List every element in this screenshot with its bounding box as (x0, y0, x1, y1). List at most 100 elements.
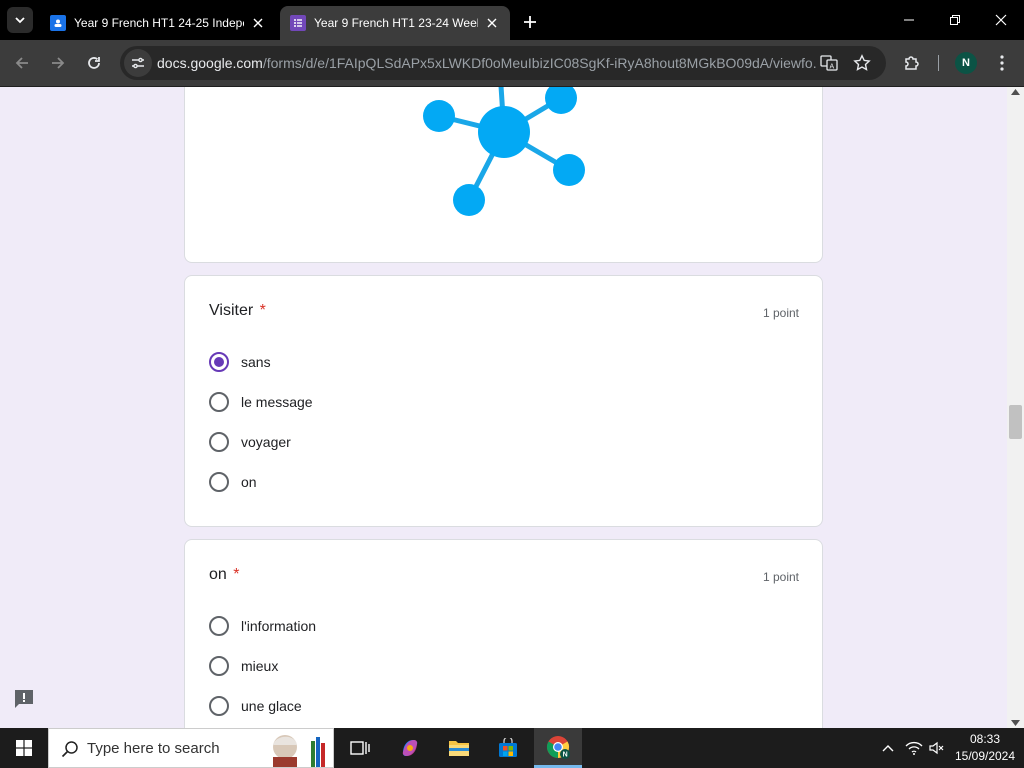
url-path: /forms/d/e/1FAIpQLSdAPx5xLWKDf0oMeuIbizI… (262, 55, 817, 71)
question-card: Visiter * 1 point sans le message voyage… (184, 275, 823, 527)
toolbar-divider (938, 55, 939, 71)
radio-option[interactable]: une glace (209, 694, 302, 718)
option-label: le message (241, 394, 313, 410)
minimize-button[interactable] (886, 0, 932, 40)
radio-button[interactable] (209, 472, 229, 492)
question-title-text: Visiter (209, 302, 254, 319)
tab-title: Year 9 French HT1 23-24 Week 1 (314, 16, 478, 30)
url-host: docs.google.com (157, 55, 263, 71)
chevron-down-icon (15, 17, 25, 24)
required-asterisk: * (259, 302, 266, 319)
restore-icon (950, 15, 960, 25)
question-title: on * (209, 566, 239, 584)
back-button[interactable] (8, 49, 36, 77)
copilot-icon (402, 740, 418, 756)
close-window-button[interactable] (978, 0, 1024, 40)
search-icon (61, 741, 78, 758)
radio-button[interactable] (209, 656, 229, 676)
microsoft-store-button[interactable] (484, 728, 532, 768)
new-tab-button[interactable] (518, 10, 542, 34)
url-text[interactable]: docs.google.com/forms/d/e/1FAIpQLSdAPx5x… (157, 55, 817, 71)
browser-toolbar: docs.google.com/forms/d/e/1FAIpQLSdAPx5x… (0, 40, 1024, 87)
clock-time: 08:33 (969, 732, 1001, 746)
volume-button[interactable] (926, 728, 948, 768)
option-label: voyager (241, 434, 291, 450)
show-hidden-icons-button[interactable] (876, 728, 900, 768)
store-icon (499, 738, 517, 757)
radio-option[interactable]: voyager (209, 430, 291, 454)
search-highlight-image (273, 735, 325, 767)
close-icon[interactable] (250, 15, 266, 31)
google-forms-icon (290, 15, 306, 31)
radio-option[interactable]: le message (209, 390, 313, 414)
svg-text:A: A (830, 64, 835, 71)
task-view-button[interactable] (336, 728, 384, 768)
points-label: 1 point (762, 570, 799, 584)
image-card (184, 87, 823, 263)
molecule-image (423, 87, 585, 216)
tab-search-button[interactable] (7, 7, 33, 33)
radio-button[interactable] (209, 616, 229, 636)
radio-button-selected[interactable] (209, 352, 229, 372)
chrome-icon: N (547, 735, 570, 759)
translate-button[interactable]: A (817, 51, 841, 75)
site-info-button[interactable] (124, 49, 152, 77)
network-button[interactable] (902, 728, 926, 768)
wifi-icon (905, 741, 923, 755)
option-label: une glace (241, 698, 302, 714)
close-icon[interactable] (484, 15, 500, 31)
profile-avatar[interactable]: N (955, 52, 977, 74)
radio-option[interactable]: mieux (209, 654, 278, 678)
windows-logo-icon (16, 740, 32, 756)
radio-option[interactable]: sans (209, 350, 271, 374)
chrome-taskbar-button[interactable]: N (534, 728, 582, 768)
translate-icon: A (820, 55, 838, 71)
task-view-icon (350, 741, 370, 755)
radio-button[interactable] (209, 432, 229, 452)
extensions-button[interactable] (898, 49, 926, 77)
restore-button[interactable] (932, 0, 978, 40)
tune-icon (132, 57, 144, 69)
minimize-icon (904, 19, 914, 21)
system-clock[interactable]: 08:33 15/09/2024 (946, 731, 1024, 765)
clock-date: 15/09/2024 (954, 749, 1016, 763)
radio-option[interactable]: l'information (209, 614, 316, 638)
page-scrollbar[interactable] (1007, 87, 1024, 728)
start-button[interactable] (0, 728, 48, 768)
option-label: on (241, 474, 257, 490)
scroll-down-arrow-icon[interactable] (1011, 720, 1020, 726)
speaker-muted-icon (929, 741, 944, 755)
taskbar-search-box[interactable]: Type here to search (48, 728, 334, 768)
address-bar[interactable]: docs.google.com/forms/d/e/1FAIpQLSdAPx5x… (120, 46, 886, 80)
forward-button[interactable] (44, 49, 72, 77)
star-icon (853, 54, 871, 71)
report-feedback-button[interactable] (13, 688, 35, 710)
svg-text:N: N (563, 751, 568, 758)
option-label: mieux (241, 658, 279, 674)
tab-title: Year 9 French HT1 24-25 Indepe (74, 16, 244, 30)
scroll-up-arrow-icon[interactable] (1011, 89, 1020, 95)
tab-strip: Year 9 French HT1 24-25 Indepe Year 9 Fr… (0, 0, 1024, 40)
option-label: sans (241, 354, 271, 370)
tab-forms[interactable]: Year 9 French HT1 23-24 Week 1 (280, 6, 510, 40)
form-page: Visiter * 1 point sans le message voyage… (0, 87, 1007, 728)
folder-icon (449, 741, 469, 756)
scrollbar-thumb[interactable] (1009, 405, 1022, 439)
question-title-text: on (209, 566, 227, 583)
radio-button[interactable] (209, 696, 229, 716)
tab-classroom[interactable]: Year 9 French HT1 24-25 Indepe (40, 6, 276, 40)
points-label: 1 point (762, 306, 799, 320)
reload-icon (88, 57, 100, 69)
radio-button[interactable] (209, 392, 229, 412)
radio-option[interactable]: on (209, 470, 257, 494)
question-title: Visiter * (209, 302, 266, 320)
file-explorer-button[interactable] (435, 728, 483, 768)
bookmark-button[interactable] (850, 51, 874, 75)
google-classroom-icon (50, 15, 66, 31)
search-placeholder: Type here to search (87, 740, 220, 757)
windows-taskbar: Type here to search N 08:33 15/09/2024 (0, 728, 1024, 768)
reload-button[interactable] (80, 49, 108, 77)
menu-button[interactable] (988, 49, 1016, 77)
close-icon (995, 14, 1007, 26)
copilot-button[interactable] (386, 728, 434, 768)
